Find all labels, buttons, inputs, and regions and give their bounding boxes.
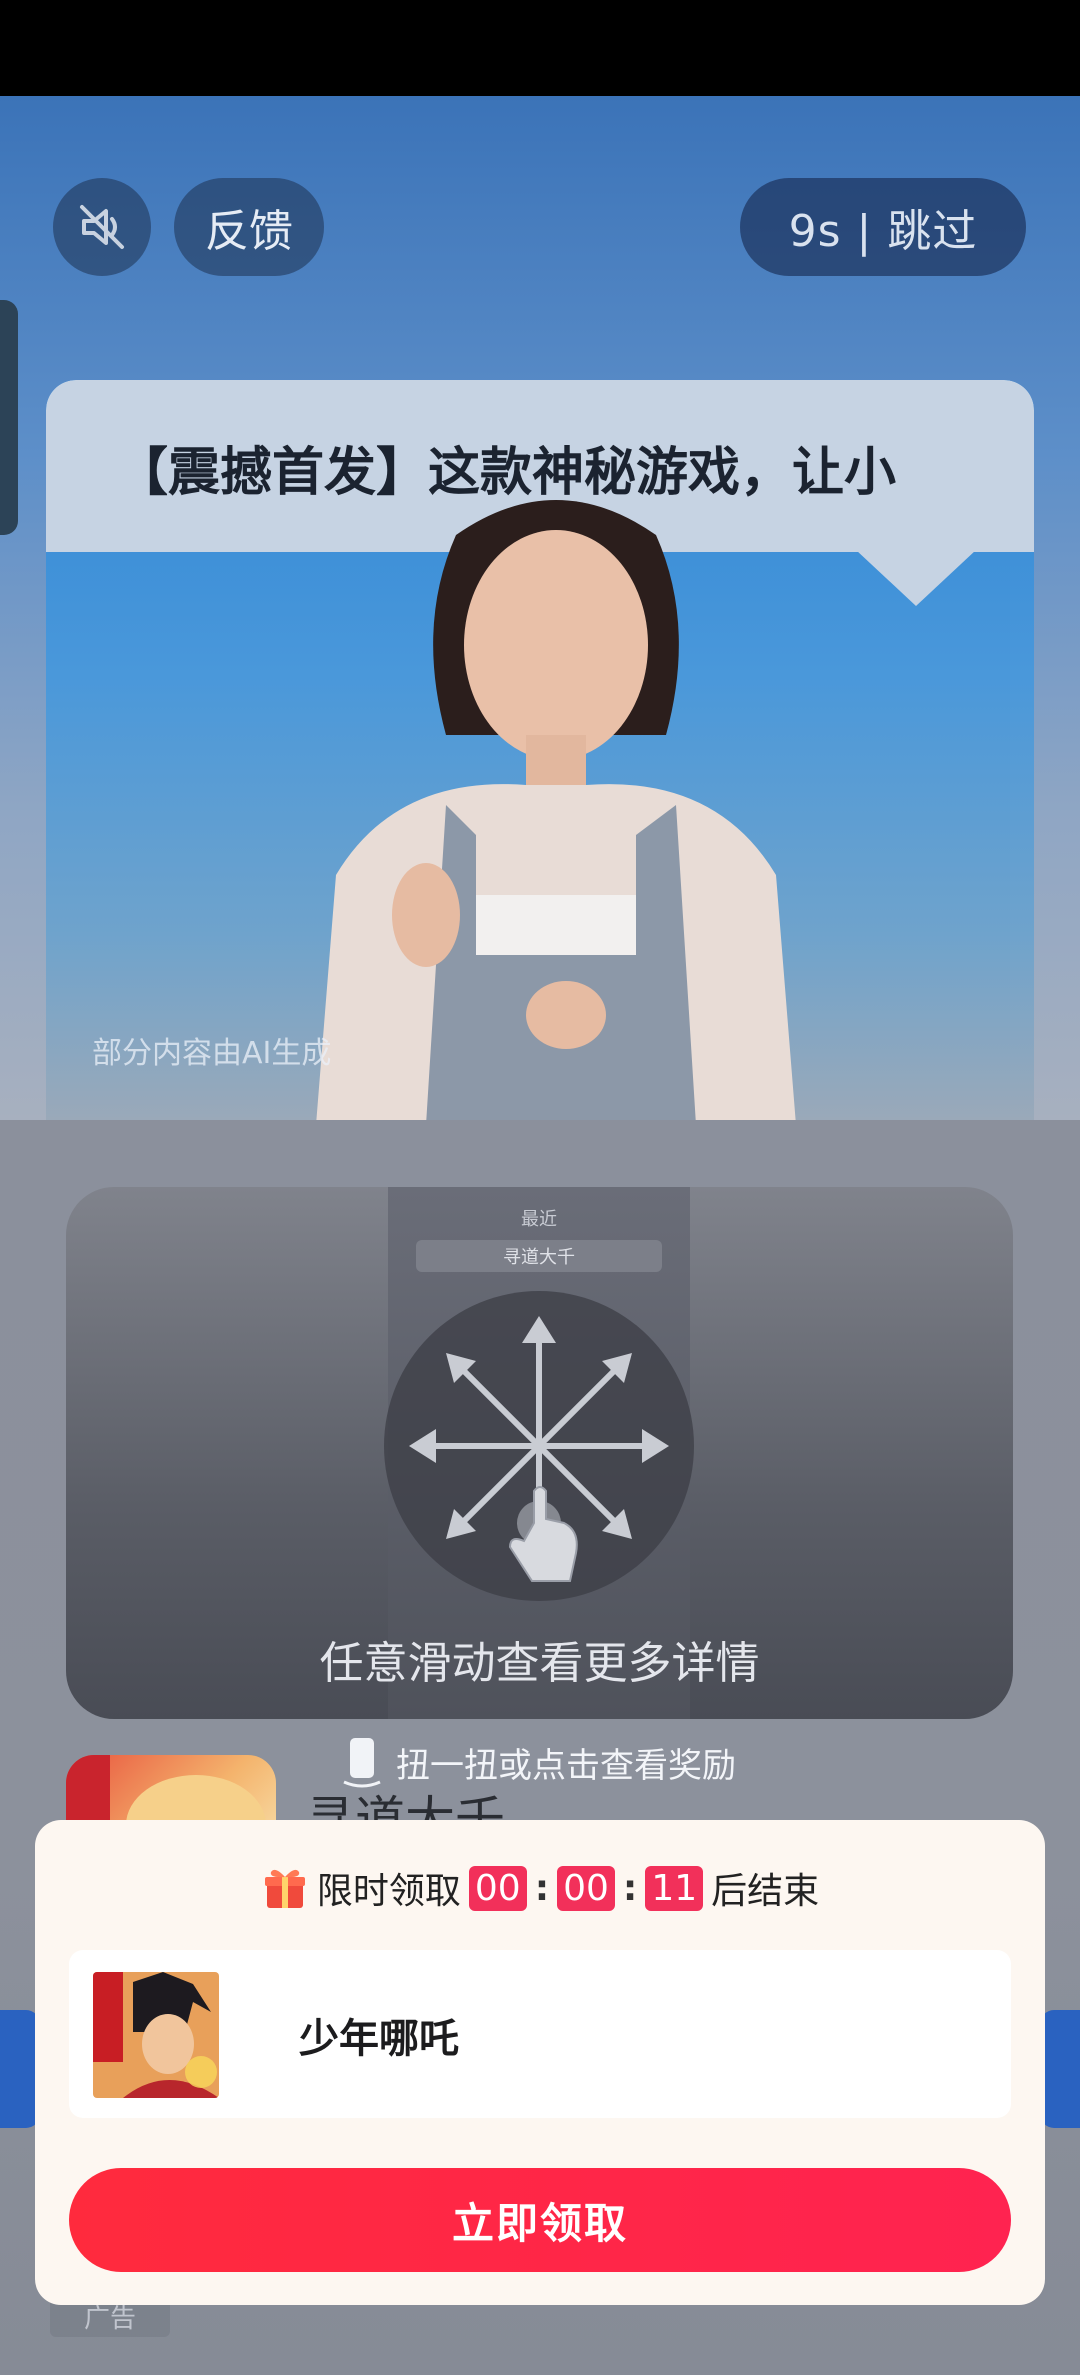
reward-popup: 限时领取 00 : 00 : 11 后结束 少年哪吒 立即领取	[35, 1820, 1045, 2305]
mute-button[interactable]	[53, 178, 151, 276]
countdown-hours: 00	[468, 1865, 527, 1911]
game-icon-art	[93, 1972, 219, 2098]
countdown-prefix: 限时领取	[316, 1871, 461, 1912]
headline-bubble-tail	[856, 550, 976, 606]
game-name: 少年哪吒	[299, 2016, 459, 2062]
speaker-muted-icon	[80, 205, 124, 249]
skip-button[interactable]: 9s | 跳过	[740, 178, 1026, 276]
app-title: 寻道大千	[305, 1791, 505, 1820]
ai-generated-note: 部分内容由AI生成	[92, 1036, 332, 1071]
countdown-colon: :	[622, 1867, 638, 1909]
swipe-instruction: 任意滑动查看更多详情	[319, 1638, 760, 1689]
background-button-edge-right	[1040, 2010, 1080, 2128]
game-item[interactable]: 少年哪吒	[69, 1950, 1011, 2118]
swipe-guide-card[interactable]: 最近 寻道大千 任意滑动查看更多详情	[66, 1187, 1013, 1719]
countdown-row: 限时领取 00 : 00 : 11 后结束	[35, 1858, 1045, 1918]
countdown-minutes: 00	[557, 1865, 615, 1911]
side-tab[interactable]	[0, 300, 18, 535]
swipe-arrows-icon	[409, 1316, 669, 1582]
status-bar	[0, 0, 1080, 96]
presenter-image	[316, 500, 796, 1120]
countdown-seconds: 11	[645, 1865, 704, 1911]
countdown-suffix: 后结束	[711, 1871, 820, 1912]
claim-now-button[interactable]: 立即领取	[69, 2168, 1011, 2272]
ad-video-card[interactable]: 【震撼首发】这款神秘游戏，让小 部分内容由AI生成	[46, 380, 1034, 1120]
gift-icon	[264, 1869, 305, 1908]
preview-recent-label: 最近	[521, 1209, 557, 1230]
swipe-dial	[384, 1291, 694, 1601]
background-button-edge-left	[0, 2010, 40, 2128]
game-icon	[93, 1972, 219, 2098]
feedback-button[interactable]: 反馈	[174, 178, 324, 276]
countdown-colon: :	[534, 1867, 550, 1909]
preview-search-bar: 寻道大千	[416, 1240, 662, 1272]
